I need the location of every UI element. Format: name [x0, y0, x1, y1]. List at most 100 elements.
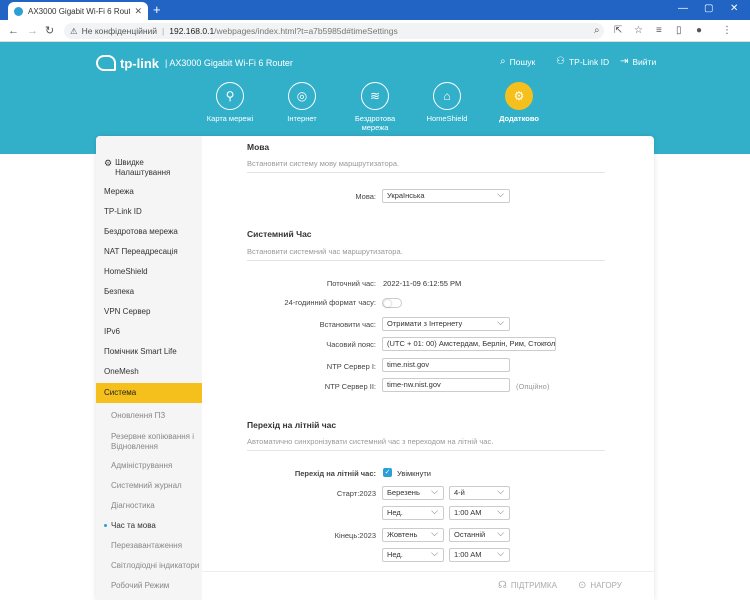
sidebar-subitem-backup[interactable]: Резервне копіювання і Відновлення — [96, 432, 196, 452]
dst-end-time-select[interactable]: 1:00 AM — [449, 548, 510, 562]
dst-start-month-select[interactable]: Березень — [382, 486, 444, 500]
sidebar-item-tplink-id[interactable]: TP-Link ID — [96, 207, 202, 217]
url-divider: | — [162, 26, 165, 36]
current-time-label: Поточний час: — [326, 279, 376, 288]
ntp-server-2-label: NTP Сервер II: — [324, 382, 376, 391]
star-icon[interactable]: ☆ — [634, 25, 643, 37]
sidebar-item-vpn[interactable]: VPN Сервер — [96, 307, 202, 317]
arrow-up-icon: ⊙ — [578, 580, 587, 591]
timezone-select[interactable]: (UTC + 01: 00) Амстердам, Берлін, Рим, С… — [382, 337, 556, 351]
share-icon[interactable]: ⇱ — [614, 25, 622, 37]
user-icon: ⚇ — [556, 56, 565, 67]
sidebar-item-smart-life[interactable]: Помічник Smart Life — [96, 347, 202, 357]
sidebar-item-system[interactable]: Система — [96, 383, 202, 403]
sidebar-subitem-reboot[interactable]: Перезавантаження — [96, 541, 202, 551]
current-time-value: 2022-11-09 6:12:55 PM — [383, 279, 462, 288]
sidebar-item-security[interactable]: Безпека — [96, 287, 202, 297]
sidebar-subitem-diagnostics[interactable]: Діагностика — [96, 501, 202, 511]
menu-icon[interactable]: ⋮ — [722, 25, 732, 37]
tplink-id-link[interactable]: ⚇ TP-Link ID — [556, 56, 609, 67]
dst-start-day-select[interactable]: Нед. — [382, 506, 444, 520]
logout-label: Вийти — [632, 56, 657, 67]
wifi-icon: ≋ — [361, 82, 389, 110]
sidebar-subitem-syslog[interactable]: Системний журнал — [96, 481, 202, 491]
logout-link[interactable]: ⇥ Вийти — [620, 56, 656, 67]
close-tab-icon[interactable]: ✕ — [134, 6, 142, 17]
sidebar-subitem-firmware[interactable]: Оновлення ПЗ — [96, 411, 202, 421]
support-button[interactable]: ☊ ПІДТРИМКА — [498, 580, 557, 591]
search-link[interactable]: ⌕ Пошук — [500, 56, 535, 67]
dst-end-day-select[interactable]: Нед. — [382, 548, 444, 562]
reading-list-icon[interactable]: ≡ — [656, 25, 662, 37]
search-icon: ⌕ — [500, 56, 506, 67]
tplink-logo[interactable]: tp-link | AX3000 Gigabit Wi-Fi 6 Router — [96, 55, 293, 71]
url-input[interactable]: ⚠ Не конфіденційний | 192.168.0.1/webpag… — [64, 23, 604, 39]
minimize-window-icon[interactable]: — — [678, 3, 688, 14]
language-section-title: Мова — [247, 142, 270, 152]
dst-start-label: Старт:2023 — [336, 489, 376, 498]
sidebar-item-nat[interactable]: NAT Переадресація — [96, 247, 202, 257]
nav-internet[interactable]: ◎ Інтернет — [267, 82, 337, 123]
new-tab-button[interactable]: + — [153, 2, 161, 18]
sidebar-subitem-led[interactable]: Світлодіодні індикатори — [96, 561, 202, 571]
tab-title: AX3000 Gigabit Wi-Fi 6 Router — [28, 6, 131, 16]
brand-name: tp-link — [120, 55, 159, 71]
nav-advanced[interactable]: ⚙ Додатково — [484, 82, 554, 123]
sidebar-item-ipv6[interactable]: IPv6 — [96, 327, 202, 337]
sidebar-subitem-time-language[interactable]: Час та мова — [96, 521, 202, 531]
maximize-window-icon[interactable]: ▢ — [704, 3, 713, 14]
set-time-select[interactable]: Отримати з Інтернету — [382, 317, 510, 331]
sidebar-subitem-op-mode[interactable]: Робочий Режим — [96, 581, 202, 591]
security-label: Не конфіденційний — [81, 26, 158, 36]
set-time-label: Встановити час: — [319, 320, 376, 329]
nav-homeshield-label: HomeShield — [426, 114, 468, 123]
system-time-section-desc: Встановити системний час маршрутизатора. — [247, 247, 605, 261]
language-select[interactable]: Українська — [382, 189, 510, 203]
forward-arrow-icon[interactable]: → — [27, 24, 38, 38]
browser-tab[interactable]: AX3000 Gigabit Wi-Fi 6 Router ✕ — [8, 2, 148, 20]
globe-icon: ◎ — [288, 82, 316, 110]
sidebar-subitem-admin[interactable]: Адміністрування — [96, 461, 202, 471]
url-host: 192.168.0.1 — [169, 26, 215, 36]
nav-internet-label: Інтернет — [287, 114, 317, 123]
warning-icon: ⚠ — [70, 25, 78, 36]
back-to-top-button[interactable]: ⊙ НАГОРУ — [578, 580, 622, 591]
network-map-icon: ⚲ — [216, 82, 244, 110]
footer-bar: ☊ ПІДТРИМКА ⊙ НАГОРУ — [202, 571, 654, 600]
nav-network-map[interactable]: ⚲ Карта мережі — [195, 82, 265, 123]
sidebar-icon[interactable]: ▯ — [676, 25, 682, 37]
main-panel: ⚙ Швидке Налаштування Мережа TP-Link ID … — [96, 136, 654, 600]
browser-tab-bar: AX3000 Gigabit Wi-Fi 6 Router ✕ + — ▢ ✕ — [0, 0, 750, 20]
sidebar-item-network[interactable]: Мережа — [96, 187, 202, 197]
support-label: ПІДТРИМКА — [510, 581, 557, 590]
sidebar-item-label: Швидке Налаштування — [115, 158, 171, 177]
time-format-toggle[interactable] — [382, 298, 402, 308]
dst-end-week-select[interactable]: Останній — [449, 528, 510, 542]
dst-enable-checkbox[interactable]: ✓ — [383, 468, 392, 477]
back-arrow-icon[interactable]: ← — [8, 24, 19, 38]
sidebar-item-onemesh[interactable]: OneMesh — [96, 367, 202, 377]
nav-homeshield[interactable]: ⌂ HomeShield — [412, 82, 482, 123]
dst-start-time-select[interactable]: 1:00 AM — [449, 506, 510, 520]
sidebar-item-wireless[interactable]: Бездротова мережа — [96, 227, 202, 237]
ntp-server-2-input[interactable]: time-nw.nist.gov — [382, 378, 510, 392]
sidebar-item-homeshield[interactable]: HomeShield — [96, 267, 202, 277]
toggle-knob — [384, 300, 391, 307]
dst-enable-label: Перехід на літній час: — [294, 469, 376, 478]
profile-icon[interactable]: ● — [696, 25, 702, 37]
tplink-id-label: TP-Link ID — [568, 56, 610, 67]
logout-icon: ⇥ — [620, 56, 629, 67]
support-icon: ☊ — [498, 580, 507, 591]
sidebar-item-quick-setup[interactable]: ⚙ Швидке Налаштування — [96, 158, 202, 178]
dst-start-week-select[interactable]: 4-й — [449, 486, 510, 500]
quick-setup-icon: ⚙ — [104, 158, 113, 168]
nav-network-map-label: Карта мережі — [206, 114, 254, 123]
active-nav-caret — [512, 138, 524, 144]
nav-wireless[interactable]: ≋ Бездротова мережа — [340, 82, 410, 132]
close-window-icon[interactable]: ✕ — [730, 3, 738, 14]
dst-end-month-select[interactable]: Жовтень — [382, 528, 444, 542]
ntp-server-1-label: NTP Сервер I: — [326, 362, 376, 371]
ntp-server-1-input[interactable]: time.nist.gov — [382, 358, 510, 372]
reload-icon[interactable]: ↻ — [45, 24, 54, 38]
zoom-icon[interactable]: ⌕ — [594, 25, 600, 37]
